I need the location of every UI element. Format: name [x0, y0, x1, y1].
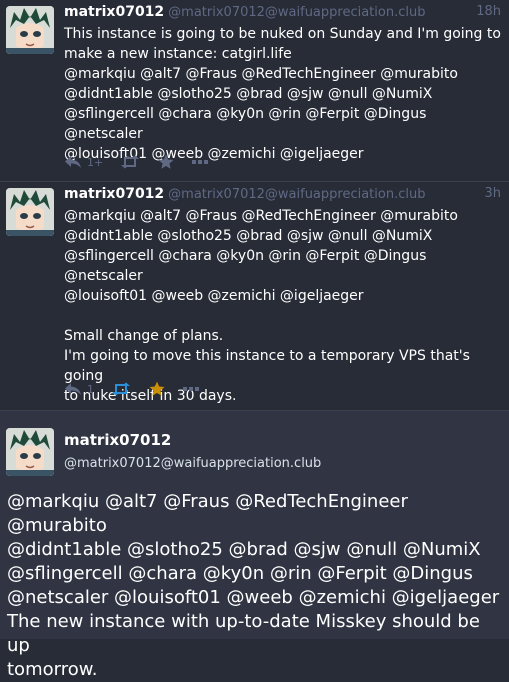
- reply-icon: [65, 156, 81, 168]
- favourite-button[interactable]: [157, 150, 175, 174]
- action-bar: 1+: [64, 150, 225, 174]
- avatar-image: [6, 6, 54, 54]
- content-line: tomorrow.: [7, 659, 98, 680]
- retweet-icon: [121, 155, 140, 169]
- content-line: @didnt1able @slotho25 @brad @sjw @null @…: [64, 86, 433, 102]
- content-line: Small change of plans.: [64, 328, 224, 344]
- status-header: matrix07012 @matrix07012@waifuappreciatio…: [64, 186, 501, 203]
- content-line: This instance is going to be nuked on Su…: [64, 26, 501, 42]
- account-handle[interactable]: @matrix07012@waifuappreciation.club: [168, 187, 425, 202]
- more-button[interactable]: [192, 150, 209, 174]
- status-header: matrix07012 @matrix07012@waifuappreciatio…: [64, 4, 501, 21]
- status-content: @markqiu @alt7 @Fraus @RedTechEngineer @…: [64, 206, 502, 406]
- content-line: @sflingercell @chara @ky0n @rin @Ferpit …: [7, 563, 473, 584]
- content-line: make a new instance: catgirl.life: [64, 46, 292, 62]
- action-bar: 1: [64, 377, 216, 401]
- account-handle[interactable]: @matrix07012@waifuappreciation.club: [64, 456, 321, 471]
- account-handle[interactable]: @matrix07012@waifuappreciation.club: [168, 5, 425, 20]
- content-line: The new instance with up-to-date Misskey…: [7, 611, 480, 656]
- status-item[interactable]: matrix07012 @matrix07012@waifuappreciatio…: [0, 0, 509, 182]
- star-icon: [158, 154, 174, 169]
- status-content: @markqiu @alt7 @Fraus @RedTechEngineer @…: [7, 490, 505, 682]
- reply-button[interactable]: 1+: [64, 150, 103, 174]
- content-line: @markqiu @alt7 @Fraus @RedTechEngineer @…: [7, 491, 408, 536]
- reply-icon: [65, 383, 81, 395]
- reply-button[interactable]: 1: [64, 377, 94, 401]
- star-icon: [149, 381, 165, 396]
- avatar[interactable]: [6, 6, 54, 54]
- content-line: @markqiu @alt7 @Fraus @RedTechEngineer @…: [64, 66, 458, 82]
- detailed-status: matrix07012 @matrix07012@waifuappreciati…: [0, 411, 509, 680]
- boost-button[interactable]: [111, 377, 131, 401]
- timestamp[interactable]: 3h: [484, 186, 501, 202]
- favourite-button[interactable]: [148, 377, 166, 401]
- content-line: @sflingercell @chara @ky0n @rin @Ferpit …: [64, 106, 427, 142]
- ellipsis-icon: [192, 160, 209, 164]
- display-name[interactable]: matrix07012: [64, 431, 171, 449]
- content-line: @markqiu @alt7 @Fraus @RedTechEngineer @…: [64, 208, 458, 224]
- avatar[interactable]: [6, 428, 54, 476]
- content-line: @didnt1able @slotho25 @brad @sjw @null @…: [64, 228, 433, 244]
- status-content: This instance is going to be nuked on Su…: [64, 24, 502, 164]
- ellipsis-icon: [183, 387, 199, 391]
- avatar-image: [6, 428, 54, 476]
- display-name[interactable]: matrix07012: [64, 4, 164, 20]
- retweet-icon: [112, 382, 130, 396]
- avatar-image: [6, 188, 54, 236]
- reply-count: 1+: [87, 155, 104, 169]
- boost-button[interactable]: [120, 150, 140, 174]
- timestamp[interactable]: 18h: [476, 4, 501, 20]
- avatar[interactable]: [6, 188, 54, 236]
- display-name[interactable]: matrix07012: [64, 186, 164, 202]
- more-button[interactable]: [183, 377, 199, 401]
- status-item[interactable]: matrix07012 @matrix07012@waifuappreciatio…: [0, 182, 509, 411]
- content-line: @didnt1able @slotho25 @brad @sjw @null @…: [7, 539, 481, 560]
- content-line: @louisoft01 @weeb @zemichi @igeljaeger: [64, 288, 364, 304]
- reply-count: 1: [87, 382, 94, 396]
- content-line: @netscaler @louisoft01 @weeb @zemichi @i…: [7, 587, 500, 608]
- content-line: @sflingercell @chara @ky0n @rin @Ferpit …: [64, 248, 427, 284]
